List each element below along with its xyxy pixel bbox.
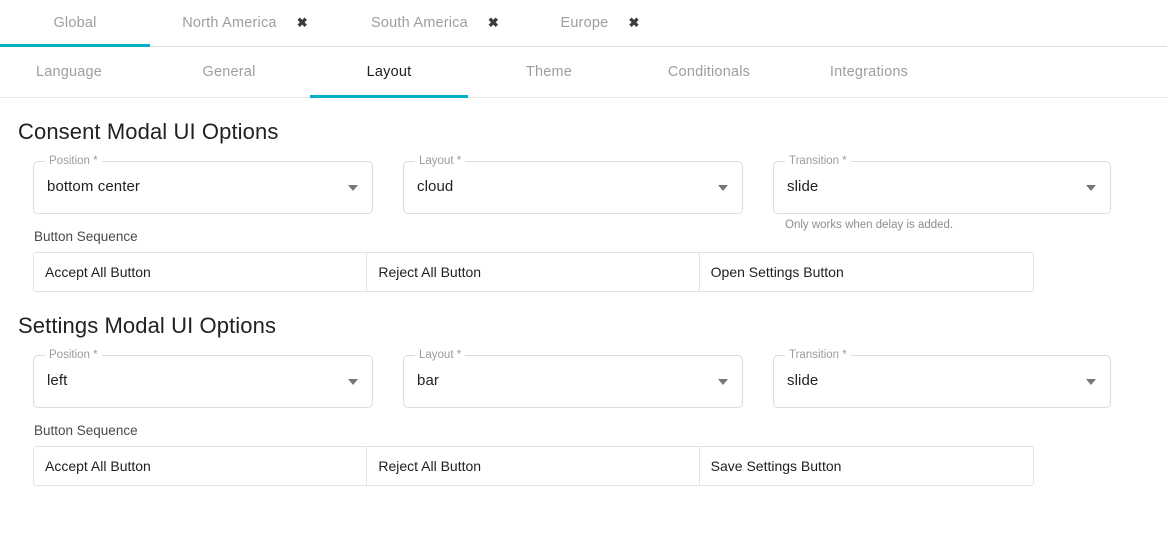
tab-theme[interactable]: Theme xyxy=(488,47,610,97)
tab-north-america[interactable]: North America ✖ xyxy=(150,0,340,46)
cell-text: Reject All Button xyxy=(378,458,482,474)
page-title-consent-modal: Consent Modal UI Options xyxy=(18,119,279,144)
tab-language[interactable]: Language xyxy=(8,47,130,97)
chevron-down-icon[interactable] xyxy=(1086,379,1096,385)
field-value: bar xyxy=(417,372,439,389)
chevron-down-icon[interactable] xyxy=(1086,185,1096,191)
close-icon[interactable]: ✖ xyxy=(488,16,499,30)
cell-text: Accept All Button xyxy=(45,458,151,474)
layout-settings-panel: Consent Modal UI Options Position * bott… xyxy=(0,98,1167,486)
tab-integrations[interactable]: Integrations xyxy=(800,47,938,97)
settings-tab-bar: Language General Layout Theme Conditiona… xyxy=(0,47,1167,98)
chevron-down-icon[interactable] xyxy=(348,185,358,191)
field-value: slide xyxy=(787,178,819,195)
tab-conditionals[interactable]: Conditionals xyxy=(640,47,778,97)
consent-button-sequence-group: Button Sequence Accept All Button Reject… xyxy=(0,229,1167,292)
field-value: bottom center xyxy=(47,178,141,195)
consent-transition-select[interactable]: Transition * slide xyxy=(773,155,1111,214)
consent-layout-select[interactable]: Layout * cloud xyxy=(403,155,743,214)
button-sequence-label: Button Sequence xyxy=(34,423,138,438)
tab-label: Language xyxy=(35,64,103,80)
settings-modal-field-row: Position * left Layout * bar Transition … xyxy=(0,347,1167,423)
consent-transition-hint: Only works when delay is added. xyxy=(785,219,954,231)
tab-label: Europe xyxy=(560,15,609,31)
chevron-down-icon[interactable] xyxy=(718,185,728,191)
field-label: Transition * xyxy=(785,155,851,168)
tab-label: Theme xyxy=(525,64,573,80)
table-row[interactable]: Reject All Button xyxy=(367,447,700,485)
chevron-down-icon[interactable] xyxy=(718,379,728,385)
tab-south-america[interactable]: South America ✖ xyxy=(340,0,530,46)
consent-position-select[interactable]: Position * bottom center xyxy=(33,155,373,214)
chevron-down-icon[interactable] xyxy=(348,379,358,385)
tab-label: Layout xyxy=(366,64,412,80)
tab-label: General xyxy=(202,64,256,80)
settings-layout-select[interactable]: Layout * bar xyxy=(403,349,743,408)
field-value: slide xyxy=(787,372,819,389)
table-row[interactable]: Accept All Button xyxy=(34,253,368,291)
settings-transition-select[interactable]: Transition * slide xyxy=(773,349,1111,408)
field-label: Layout * xyxy=(415,155,466,168)
page-title-settings-modal: Settings Modal UI Options xyxy=(18,313,277,338)
table-row[interactable]: Reject All Button xyxy=(367,253,700,291)
tab-europe[interactable]: Europe ✖ xyxy=(530,0,670,46)
cell-text: Reject All Button xyxy=(378,264,482,280)
table-row[interactable]: Accept All Button xyxy=(34,447,368,485)
field-label: Transition * xyxy=(785,349,851,362)
button-sequence-label: Button Sequence xyxy=(34,229,138,244)
field-value: left xyxy=(47,372,68,389)
field-value: cloud xyxy=(417,178,454,195)
table-row[interactable]: Open Settings Button xyxy=(700,253,1033,291)
consent-modal-field-row: Position * bottom center Layout * cloud … xyxy=(0,153,1167,231)
table-row[interactable]: Save Settings Button xyxy=(700,447,1033,485)
tab-global[interactable]: Global xyxy=(0,0,150,46)
tab-label: Conditionals xyxy=(667,64,751,80)
field-label: Position * xyxy=(45,155,102,168)
settings-button-sequence-table: Accept All Button Reject All Button Save… xyxy=(33,446,1034,486)
cell-text: Open Settings Button xyxy=(710,264,844,280)
region-tab-bar: Global North America ✖ South America ✖ E… xyxy=(0,0,1167,47)
consent-button-sequence-table: Accept All Button Reject All Button Open… xyxy=(33,252,1034,292)
cell-text: Accept All Button xyxy=(45,264,151,280)
cell-text: Save Settings Button xyxy=(710,458,842,474)
tab-layout[interactable]: Layout xyxy=(310,47,468,97)
field-label: Layout * xyxy=(415,349,466,362)
tab-label: Global xyxy=(53,15,97,31)
tab-general[interactable]: General xyxy=(168,47,290,97)
tab-label: North America xyxy=(182,15,277,31)
settings-position-select[interactable]: Position * left xyxy=(33,349,373,408)
tab-label: South America xyxy=(371,15,468,31)
field-label: Position * xyxy=(45,349,102,362)
settings-button-sequence-group: Button Sequence Accept All Button Reject… xyxy=(0,423,1167,486)
close-icon[interactable]: ✖ xyxy=(628,16,639,30)
close-icon[interactable]: ✖ xyxy=(297,16,308,30)
tab-label: Integrations xyxy=(829,64,909,80)
